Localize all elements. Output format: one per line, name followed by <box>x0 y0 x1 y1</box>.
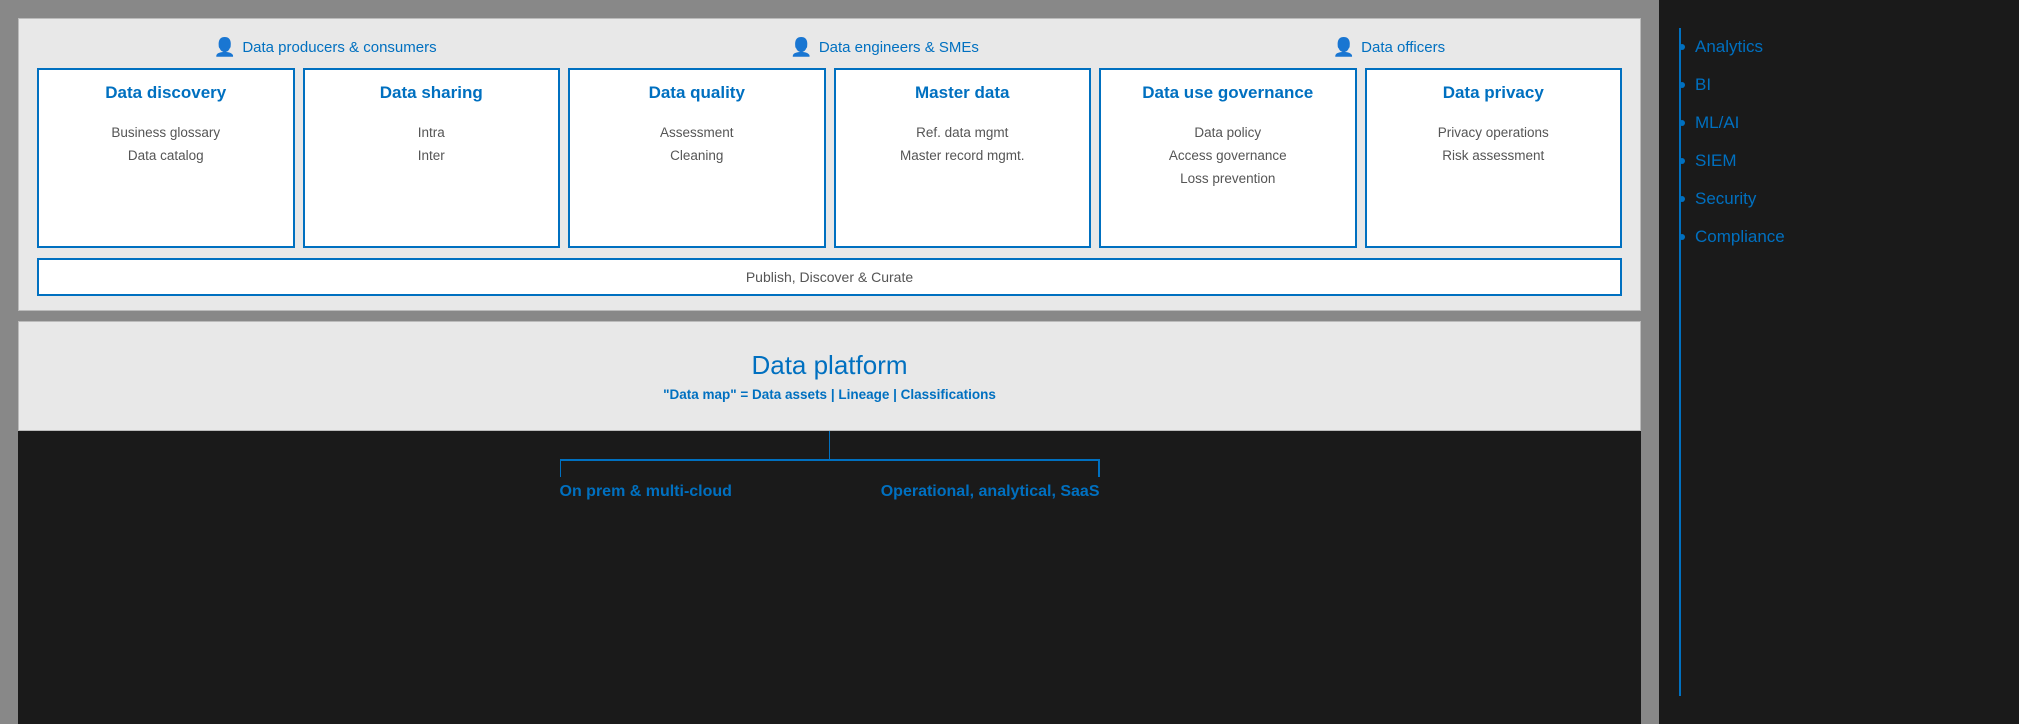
persona-3: 👤 Data officers <box>1333 37 1445 58</box>
sidebar-label-siem: SIEM <box>1695 151 1737 171</box>
card-title-6: Data privacy <box>1443 82 1544 104</box>
lower-area: On prem & multi-cloud Operational, analy… <box>18 431 1641 724</box>
branch-label-0: On prem & multi-cloud <box>560 483 732 501</box>
card-data-discovery: Data discovery Business glossary Data ca… <box>37 68 295 248</box>
card-items-4: Ref. data mgmt Master record mgmt. <box>900 122 1025 168</box>
card-item-2-0: Intra <box>418 125 445 140</box>
card-items-3: Assessment Cleaning <box>660 122 734 168</box>
sidebar-label-security: Security <box>1695 189 1756 209</box>
sidebar-label-bi: BI <box>1695 75 1711 95</box>
card-item-5-2: Loss prevention <box>1180 171 1275 186</box>
card-item-3-0: Assessment <box>660 125 734 140</box>
sidebar-label-analytics: Analytics <box>1695 37 1763 57</box>
card-items-1: Business glossary Data catalog <box>111 122 220 168</box>
bottom-section: Data platform "Data map" = Data assets |… <box>18 321 1641 431</box>
sidebar-item-mlai: ML/AI <box>1679 104 1989 142</box>
persona-2: 👤 Data engineers & SMEs <box>790 37 979 58</box>
card-title-5: Data use governance <box>1142 82 1313 104</box>
sidebar-item-siem: SIEM <box>1679 142 1989 180</box>
platform-title: Data platform <box>751 350 907 381</box>
sidebar-item-bi: BI <box>1679 66 1989 104</box>
card-items-2: Intra Inter <box>418 122 445 168</box>
card-data-sharing: Data sharing Intra Inter <box>303 68 561 248</box>
cards-row: Data discovery Business glossary Data ca… <box>37 68 1622 248</box>
persona-1: 👤 Data producers & consumers <box>214 37 437 58</box>
card-title-2: Data sharing <box>380 82 483 104</box>
platform-subtitle: "Data map" = Data assets | Lineage | Cla… <box>663 387 996 402</box>
publish-bar: Publish, Discover & Curate <box>37 258 1622 296</box>
personas-row: 👤 Data producers & consumers 👤 Data engi… <box>37 37 1622 58</box>
branch-label-1: Operational, analytical, SaaS <box>881 483 1100 501</box>
card-title-4: Master data <box>915 82 1009 104</box>
card-item-6-1: Risk assessment <box>1442 148 1544 163</box>
card-title-3: Data quality <box>649 82 745 104</box>
left-branch-vert <box>560 459 562 477</box>
persona-label-3: Data officers <box>1361 39 1445 56</box>
card-item-4-0: Ref. data mgmt <box>916 125 1008 140</box>
main-area: 👤 Data producers & consumers 👤 Data engi… <box>0 0 1659 724</box>
card-item-1-0: Business glossary <box>111 125 220 140</box>
card-item-2-1: Inter <box>418 148 445 163</box>
person-icon-2: 👤 <box>790 37 812 58</box>
persona-label-2: Data engineers & SMEs <box>819 39 979 56</box>
sidebar-item-security: Security <box>1679 180 1989 218</box>
horiz-branch <box>560 459 1100 461</box>
card-item-5-0: Data policy <box>1194 125 1261 140</box>
card-item-6-0: Privacy operations <box>1438 125 1549 140</box>
sidebar-items: Analytics BI ML/AI SIEM Security Complia… <box>1679 28 1989 256</box>
right-sidebar: Analytics BI ML/AI SIEM Security Complia… <box>1659 0 2019 724</box>
sidebar-label-mlai: ML/AI <box>1695 113 1739 133</box>
sidebar-vertical-line <box>1679 28 1681 696</box>
card-title-1: Data discovery <box>105 82 226 104</box>
card-item-1-1: Data catalog <box>128 148 204 163</box>
card-items-5: Data policy Access governance Loss preve… <box>1169 122 1287 191</box>
vert-connector <box>829 431 831 459</box>
horiz-line <box>560 459 1100 461</box>
card-data-privacy: Data privacy Privacy operations Risk ass… <box>1365 68 1623 248</box>
right-branch-vert <box>1098 459 1100 477</box>
card-data-use-governance: Data use governance Data policy Access g… <box>1099 68 1357 248</box>
person-icon-3: 👤 <box>1333 37 1355 58</box>
top-section: 👤 Data producers & consumers 👤 Data engi… <box>18 18 1641 311</box>
branch-right: Operational, analytical, SaaS <box>881 479 1100 501</box>
publish-bar-label: Publish, Discover & Curate <box>746 269 913 285</box>
card-item-3-1: Cleaning <box>670 148 723 163</box>
card-item-5-1: Access governance <box>1169 148 1287 163</box>
card-item-4-1: Master record mgmt. <box>900 148 1025 163</box>
person-icon-1: 👤 <box>214 37 236 58</box>
branch-labels: On prem & multi-cloud Operational, analy… <box>560 479 1100 501</box>
branch-left: On prem & multi-cloud <box>560 479 732 501</box>
card-data-quality: Data quality Assessment Cleaning <box>568 68 826 248</box>
card-master-data: Master data Ref. data mgmt Master record… <box>834 68 1092 248</box>
sidebar-item-analytics: Analytics <box>1679 28 1989 66</box>
persona-label-1: Data producers & consumers <box>242 39 436 56</box>
sidebar-item-compliance: Compliance <box>1679 218 1989 256</box>
card-items-6: Privacy operations Risk assessment <box>1438 122 1549 168</box>
sidebar-label-compliance: Compliance <box>1695 227 1785 247</box>
